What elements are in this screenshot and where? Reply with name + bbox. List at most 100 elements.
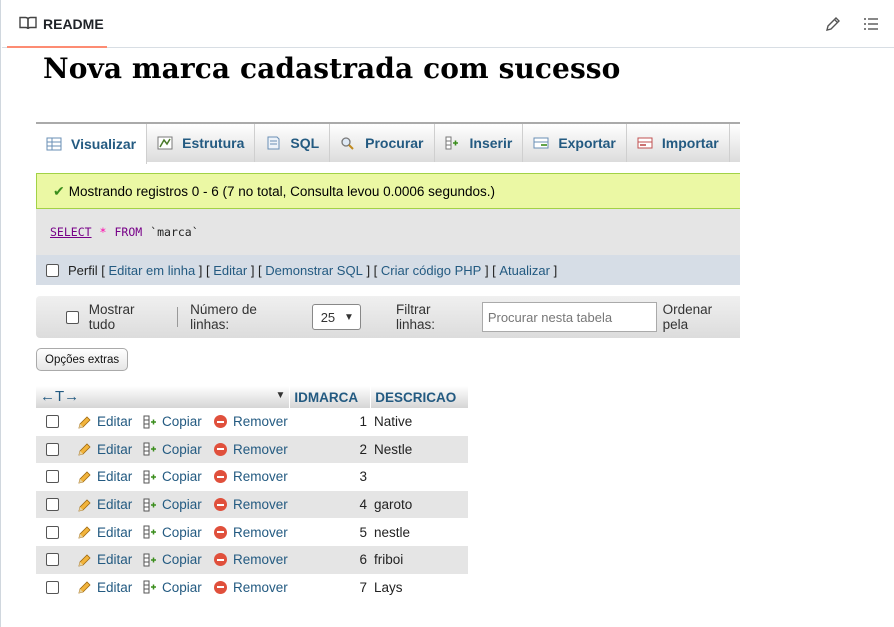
- copy-action[interactable]: Copiar: [143, 580, 202, 595]
- page-title: Nova marca cadastrada com sucesso: [43, 52, 621, 85]
- pencil-icon: [78, 581, 91, 594]
- create-php-link[interactable]: Criar código PHP: [381, 263, 481, 278]
- edit-label: Editar: [97, 552, 133, 568]
- row-checkbox[interactable]: [46, 580, 59, 594]
- edit-action[interactable]: Editar: [78, 552, 132, 567]
- column-arrows[interactable]: ←T→: [40, 388, 79, 405]
- sort-down-icon[interactable]: ▼: [276, 390, 286, 401]
- row-checkbox[interactable]: [46, 442, 59, 456]
- rows-label: Número de linhas:: [190, 302, 257, 332]
- edit-action[interactable]: Editar: [78, 497, 132, 512]
- edit-action[interactable]: Editar: [78, 469, 132, 484]
- show-all-checkbox[interactable]: [66, 310, 79, 324]
- edit-query-link[interactable]: Editar: [213, 263, 247, 278]
- tab-importar[interactable]: Importar: [627, 124, 730, 162]
- row-checkbox[interactable]: [46, 415, 59, 429]
- extra-options-button[interactable]: Opções extras: [36, 348, 129, 371]
- column-header-descricao[interactable]: DESCRICAO: [371, 386, 469, 408]
- navigation-bar: Mostrar tudo Número de linhas: 25 ▼ Filt…: [36, 296, 740, 338]
- filter-label: Filtrar linhas:: [395, 302, 435, 332]
- edit-label: Editar: [97, 497, 133, 513]
- copy-icon: [143, 470, 156, 484]
- readme-tab[interactable]: README: [7, 0, 107, 48]
- tab-label: Importar: [661, 135, 719, 151]
- copy-action[interactable]: Copiar: [143, 525, 202, 540]
- readme-frame: README Nova marca cadastrada com sucesso…: [0, 0, 894, 627]
- cell-descricao: Native: [374, 414, 413, 430]
- checkmark-icon: ✔: [53, 182, 65, 199]
- tab-exportar[interactable]: Exportar: [523, 124, 627, 162]
- row-checkbox[interactable]: [46, 525, 59, 539]
- remove-icon: [214, 580, 227, 594]
- cell-idmarca: 6: [359, 552, 367, 568]
- remove-action[interactable]: Remover: [214, 414, 288, 429]
- cell-idmarca: 5: [359, 524, 367, 540]
- pencil-icon: [78, 416, 91, 429]
- remove-action[interactable]: Remover: [214, 580, 288, 595]
- tab-inserir[interactable]: Inserir: [435, 124, 524, 162]
- edit-label: Editar: [97, 414, 133, 430]
- copy-action[interactable]: Copiar: [143, 552, 202, 567]
- tab-more[interactable]: [730, 124, 740, 162]
- remove-action[interactable]: Remover: [214, 525, 288, 540]
- copy-label: Copiar: [162, 579, 202, 595]
- remove-icon: [214, 498, 227, 512]
- remove-action[interactable]: Remover: [214, 469, 288, 484]
- edit-action[interactable]: Editar: [78, 442, 132, 457]
- tab-estrutura[interactable]: Estrutura: [147, 124, 256, 162]
- table-row: Editar Copiar Remover 6 friboi: [36, 545, 468, 574]
- cell-idmarca: 7: [359, 579, 367, 595]
- tab-visualizar[interactable]: Visualizar: [36, 124, 148, 164]
- rows-select[interactable]: 25 ▼: [311, 304, 361, 330]
- perfil-checkbox[interactable]: [46, 263, 59, 277]
- pencil-icon: [78, 526, 91, 539]
- pencil-icon: [78, 499, 91, 512]
- pencil-edit-icon[interactable]: [824, 15, 842, 33]
- copy-action[interactable]: Copiar: [143, 442, 202, 457]
- remove-action[interactable]: Remover: [214, 497, 288, 512]
- sql-select-keyword[interactable]: SELECT: [50, 225, 92, 239]
- row-checkbox[interactable]: [46, 498, 59, 512]
- table-body: Editar Copiar Remover 1 Native Editar Copiar Re…: [36, 408, 468, 601]
- edit-action[interactable]: Editar: [78, 580, 132, 595]
- copy-action[interactable]: Copiar: [143, 414, 202, 429]
- row-checkbox[interactable]: [46, 553, 59, 567]
- tab-sql[interactable]: SQL: [255, 124, 331, 162]
- tab-procurar[interactable]: Procurar: [330, 124, 435, 162]
- copy-icon: [143, 442, 156, 456]
- cell-idmarca: 3: [359, 469, 367, 485]
- rows-select-value: 25: [320, 309, 336, 325]
- filter-input[interactable]: Procurar nesta tabela: [481, 302, 657, 332]
- chevron-down-icon: ▼: [344, 312, 354, 323]
- table-row: Editar Copiar Remover 5 nestle: [36, 518, 468, 546]
- results-table: ←T→ ▼ IDMARCA DESCRICAO Editar Copiar Remo…: [36, 386, 469, 601]
- column-header-idmarca[interactable]: IDMARCA: [290, 386, 371, 408]
- table-row: Editar Copiar Remover 7 Lays: [36, 574, 468, 602]
- refresh-link[interactable]: Atualizar: [499, 263, 550, 278]
- copy-label: Copiar: [162, 441, 202, 457]
- outline-list-icon[interactable]: [862, 15, 880, 33]
- column-label: IDMARCA: [294, 389, 359, 405]
- pencil-icon: [78, 471, 91, 484]
- remove-action[interactable]: Remover: [214, 552, 288, 567]
- copy-icon: [143, 415, 156, 429]
- bracket: ] [: [362, 262, 381, 278]
- cell-idmarca: 2: [359, 441, 367, 457]
- edit-action[interactable]: Editar: [78, 414, 132, 429]
- remove-icon: [214, 553, 227, 567]
- edit-label: Editar: [97, 579, 133, 595]
- cell-descricao: Lays: [374, 579, 403, 595]
- copy-icon: [143, 580, 156, 594]
- copy-action[interactable]: Copiar: [143, 469, 202, 484]
- edit-action[interactable]: Editar: [78, 525, 132, 540]
- explain-sql-link[interactable]: Demonstrar SQL: [265, 263, 363, 278]
- tab-bar: Visualizar Estrutura SQL Procurar Inseri…: [36, 122, 740, 164]
- column-label: DESCRICAO: [375, 389, 457, 405]
- query-tools-bar: Perfil [ Editar em linha ] [ Editar ] [ …: [36, 255, 740, 285]
- remove-action[interactable]: Remover: [214, 442, 288, 457]
- inline-edit-link[interactable]: Editar em linha: [108, 263, 195, 278]
- cell-idmarca: 4: [359, 497, 367, 513]
- table-row: Editar Copiar Remover 1 Native: [36, 408, 468, 436]
- row-checkbox[interactable]: [46, 470, 59, 484]
- copy-action[interactable]: Copiar: [143, 497, 202, 512]
